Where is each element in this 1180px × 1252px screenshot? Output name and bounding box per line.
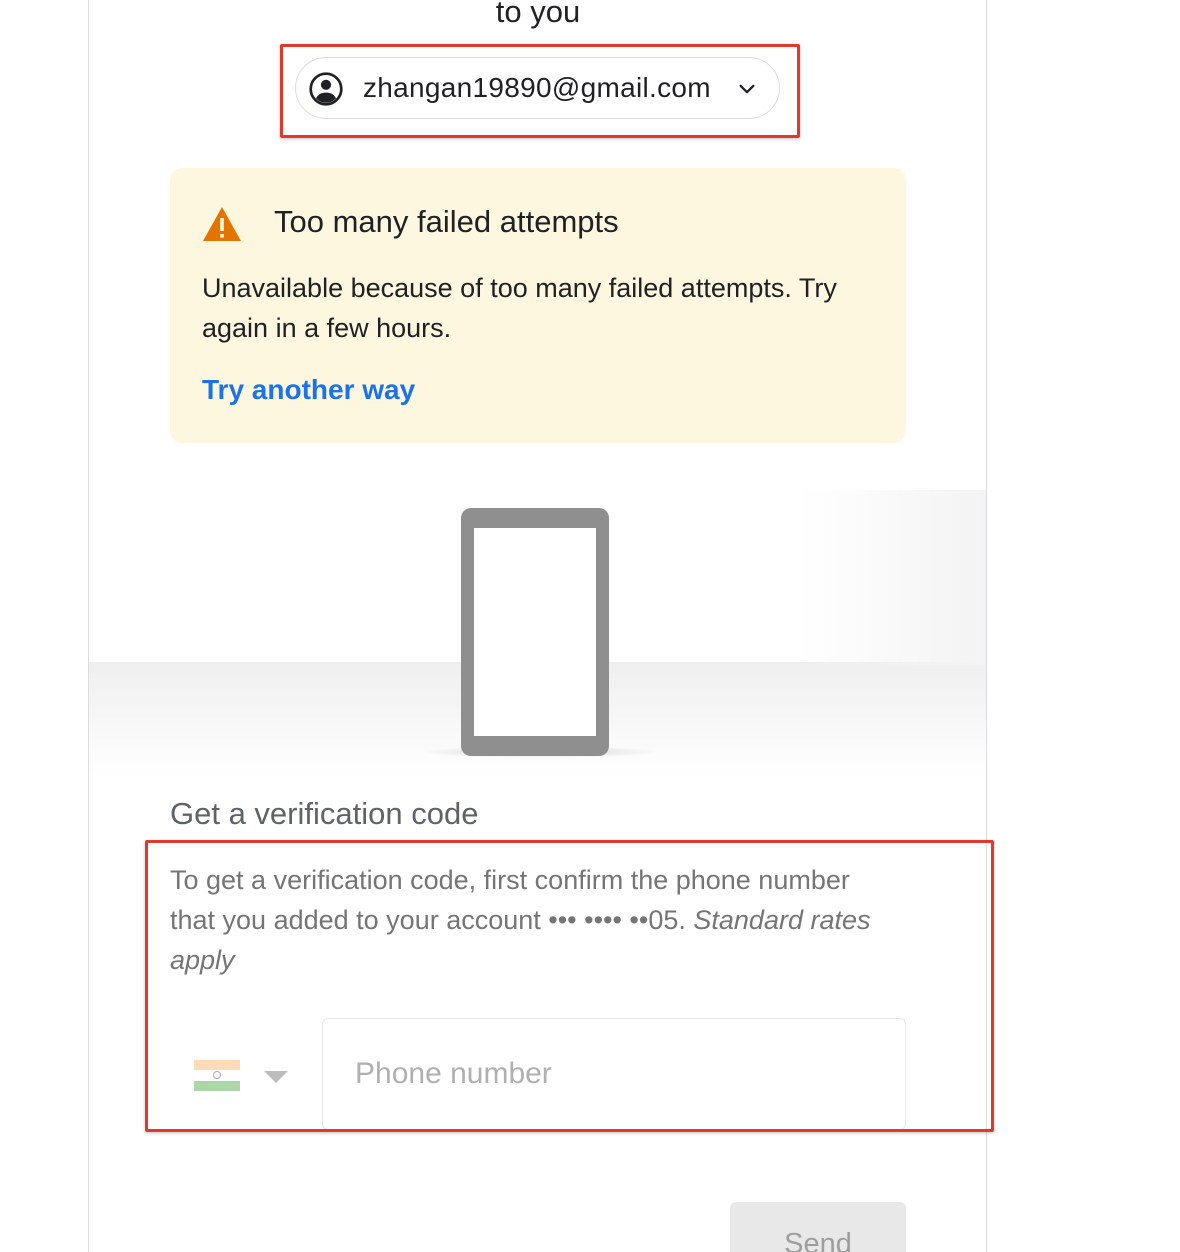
verification-description: To get a verification code, first confir… xyxy=(170,860,900,980)
illustration-shade xyxy=(800,490,986,665)
account-chip[interactable]: zhangan19890@gmail.com xyxy=(295,57,780,119)
verification-title: Get a verification code xyxy=(170,796,479,831)
country-code-select[interactable] xyxy=(186,1050,296,1100)
account-circle-icon xyxy=(309,72,343,106)
alert-message: Unavailable because of too many failed a… xyxy=(202,273,837,343)
phone-illustration xyxy=(461,508,609,756)
dropdown-caret-icon xyxy=(264,1071,288,1083)
send-button[interactable]: Send xyxy=(730,1202,906,1252)
try-another-way-link[interactable]: Try another way xyxy=(202,374,415,406)
phone-number-input[interactable] xyxy=(322,1018,906,1130)
verification-page: to you zhangan19890@gmail.com Too many f… xyxy=(0,0,1180,1252)
page-heading-tail: to you xyxy=(495,0,581,29)
phone-screen xyxy=(474,528,596,736)
card-right-border xyxy=(986,0,987,1252)
india-flag-icon xyxy=(194,1060,240,1091)
alert-title: Too many failed attempts xyxy=(274,204,619,239)
failed-attempts-alert: Too many failed attempts Unavailable bec… xyxy=(170,168,906,443)
card-left-border xyxy=(88,0,89,1252)
warning-icon xyxy=(203,207,241,241)
account-email: zhangan19890@gmail.com xyxy=(363,72,711,103)
chevron-down-icon xyxy=(739,84,755,94)
